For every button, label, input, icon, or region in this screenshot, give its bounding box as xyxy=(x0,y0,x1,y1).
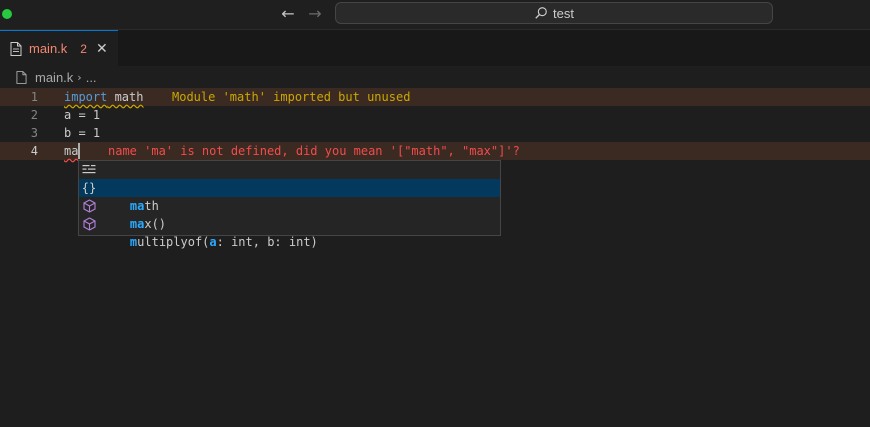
command-center-search[interactable]: test xyxy=(335,2,773,24)
import-keyword: import xyxy=(64,90,108,104)
forward-arrow-icon[interactable]: → xyxy=(305,4,325,24)
module-name: math xyxy=(107,90,144,104)
suggestion-item[interactable]: max() xyxy=(79,197,500,231)
code-line[interactable]: 3 b = 1 xyxy=(0,124,870,142)
breadcrumb-symbols[interactable]: ... xyxy=(86,70,97,85)
line-number: 1 xyxy=(30,90,38,104)
tab-label: main.k xyxy=(29,41,68,56)
suggestion-text: ultiplyof( xyxy=(137,235,210,249)
file-icon xyxy=(16,70,27,84)
method-icon xyxy=(82,199,96,213)
title-bar: ← → test xyxy=(0,0,870,30)
suggestion-item[interactable]: multiplyof(a: int, b: int) xyxy=(79,215,500,249)
line-code: ma xyxy=(64,144,79,158)
search-icon xyxy=(535,7,547,19)
file-icon xyxy=(10,41,22,56)
line-number: 4 xyxy=(30,144,38,158)
suggest-widget: map {}math max() multiplyof(a: int, b: i… xyxy=(78,160,501,249)
problem-count-badge: 2 xyxy=(80,41,87,56)
tab-bar: main.k 2 ✕ xyxy=(0,30,870,66)
error-diagnostic: name 'ma' is not defined, did you mean '… xyxy=(108,144,520,158)
method-icon xyxy=(82,217,96,231)
line-number: 3 xyxy=(30,126,38,140)
chevron-right-icon: › xyxy=(77,70,82,84)
warning-diagnostic: Module 'math' imported but unused xyxy=(172,90,411,104)
code-line[interactable]: 1 import math Module 'math' imported but… xyxy=(0,88,870,106)
namespace-icon: {} xyxy=(81,181,97,195)
back-arrow-icon[interactable]: ← xyxy=(278,4,298,24)
code-line[interactable]: 4 ma name 'ma' is not defined, did you m… xyxy=(0,142,870,160)
match-highlight: a xyxy=(209,235,217,249)
code-line[interactable]: 2 a = 1 xyxy=(0,106,870,124)
line-code: b = 1 xyxy=(64,126,101,140)
text-cursor xyxy=(78,143,80,159)
close-icon[interactable]: ✕ xyxy=(96,41,108,57)
code-editor[interactable]: 1 import math Module 'math' imported but… xyxy=(0,88,870,427)
command-center-text: test xyxy=(553,5,574,21)
breadcrumb-file[interactable]: main.k xyxy=(35,70,73,85)
tab-main-k[interactable]: main.k 2 ✕ xyxy=(0,30,118,66)
suggestion-rest: : int, b: int) xyxy=(216,235,318,249)
line-code: a = 1 xyxy=(64,108,101,122)
keyword-icon xyxy=(82,163,96,177)
suggestion-item[interactable]: map xyxy=(79,161,500,195)
line-number: 2 xyxy=(30,108,38,122)
window-zoom-button[interactable] xyxy=(2,9,12,19)
breadcrumb: main.k › ... xyxy=(16,68,97,86)
suggestion-item-selected[interactable]: {} math xyxy=(79,179,500,213)
line-code: import math xyxy=(64,88,143,106)
